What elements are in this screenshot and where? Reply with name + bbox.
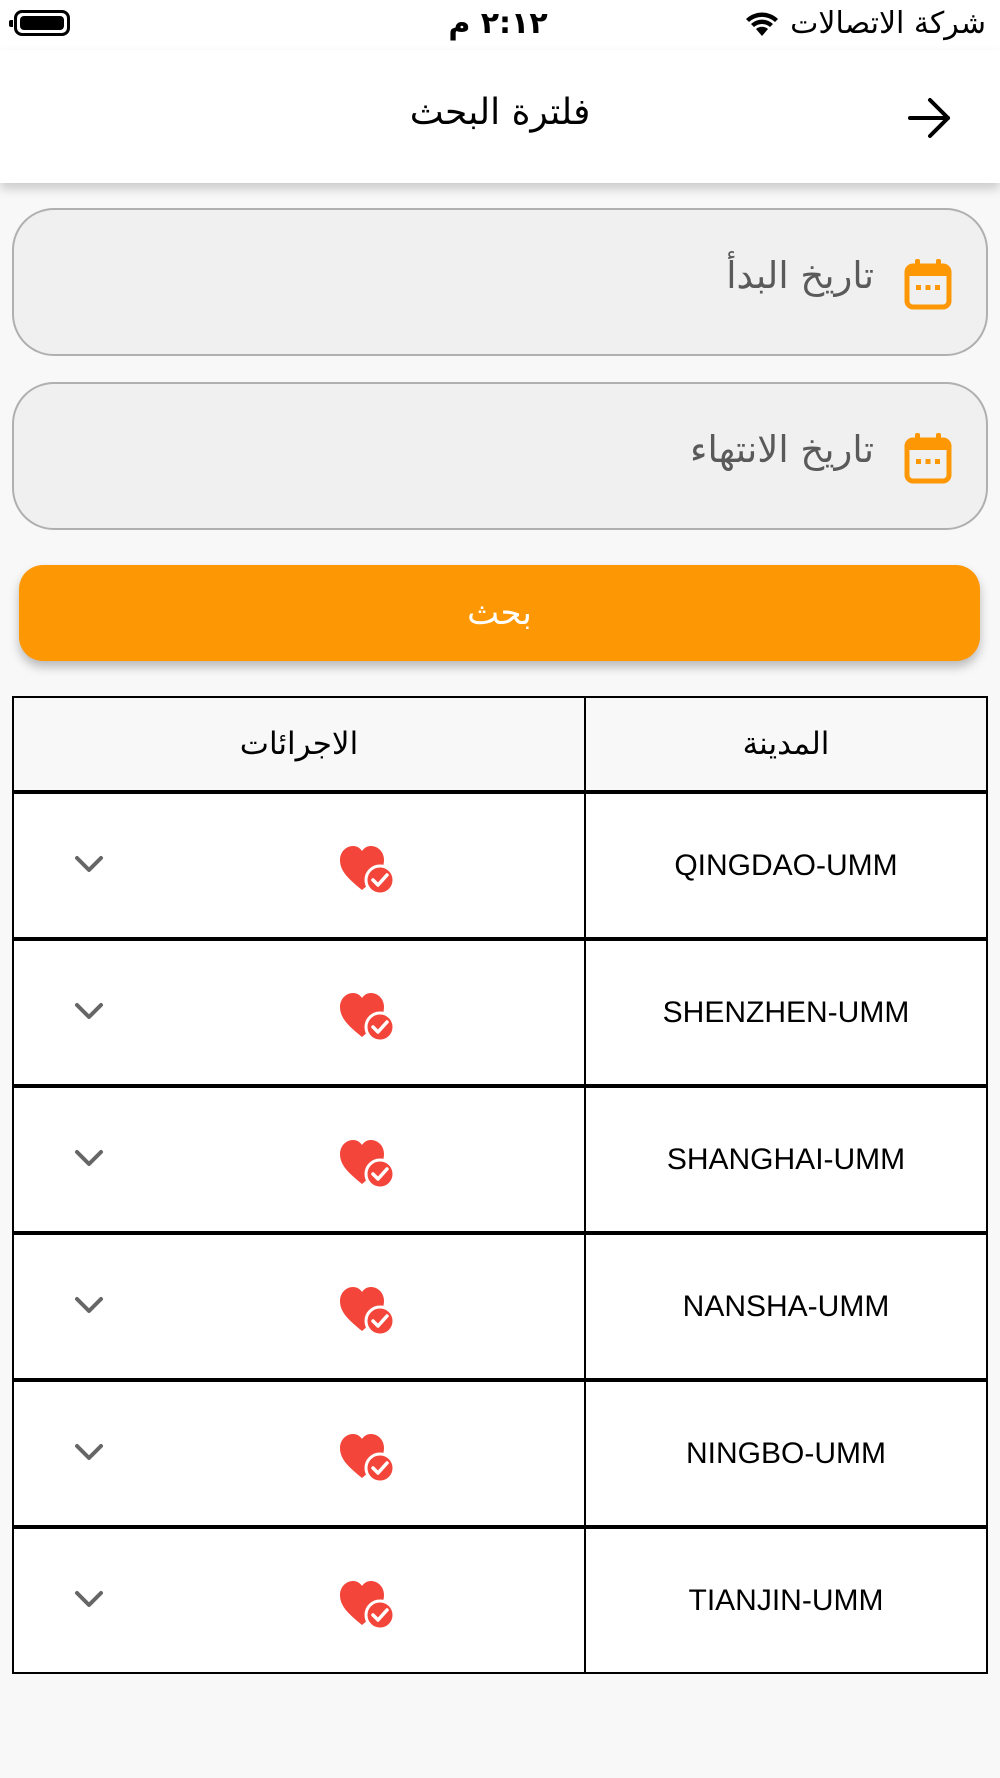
chevron-down-icon[interactable] (72, 852, 106, 876)
calendar-icon (904, 259, 952, 310)
city-name: QINGDAO-UMM (674, 848, 898, 882)
table-row: SHANGHAI-UMM (12, 1084, 988, 1234)
calendar-icon (904, 433, 952, 484)
table-row: NINGBO-UMM (12, 1378, 988, 1528)
actions-cell (12, 1231, 586, 1381)
heart-check-icon[interactable] (338, 1579, 400, 1631)
chevron-down-icon[interactable] (72, 1587, 106, 1611)
actions-header: الاجرائات (12, 696, 586, 793)
city-cell: NINGBO-UMM (584, 1378, 988, 1528)
city-header: المدينة (584, 696, 988, 793)
heart-check-icon[interactable] (338, 1138, 400, 1190)
heart-check-icon[interactable] (338, 991, 400, 1043)
start-date-field[interactable]: تاريخ البدأ (12, 208, 988, 356)
wifi-icon (746, 12, 779, 36)
city-cell: TIANJIN-UMM (584, 1525, 988, 1674)
chevron-down-icon[interactable] (72, 999, 106, 1023)
table-row: SHENZHEN-UMM (12, 937, 988, 1087)
city-cell: NANSHA-UMM (584, 1231, 988, 1381)
city-name: SHENZHEN-UMM (662, 995, 910, 1029)
actions-cell (12, 937, 586, 1087)
heart-check-icon[interactable] (338, 1285, 400, 1337)
table-row: QINGDAO-UMM (12, 790, 988, 940)
heart-check-icon[interactable] (338, 1432, 400, 1484)
chevron-down-icon[interactable] (72, 1293, 106, 1317)
city-cell: SHENZHEN-UMM (584, 937, 988, 1087)
search-button[interactable]: بحث (19, 565, 980, 661)
carrier-info: شركة الاتصالات (744, 6, 986, 41)
actions-cell (12, 790, 586, 940)
actions-cell (12, 1084, 586, 1234)
status-bar: ٢:١٢ م شركة الاتصالات (0, 0, 1000, 50)
start-date-placeholder: تاريخ البدأ (726, 254, 874, 297)
city-name: TIANJIN-UMM (688, 1583, 884, 1617)
app-header: فلترة البحث (0, 50, 1000, 183)
heart-check-icon[interactable] (338, 844, 400, 896)
actions-cell (12, 1525, 586, 1674)
table-row: NANSHA-UMM (12, 1231, 988, 1381)
chevron-down-icon[interactable] (72, 1146, 106, 1170)
city-cell: SHANGHAI-UMM (584, 1084, 988, 1234)
carrier-name: شركة الاتصالات (790, 6, 986, 41)
table-row: TIANJIN-UMM (12, 1525, 988, 1674)
city-name: NANSHA-UMM (682, 1289, 890, 1323)
end-date-placeholder: تاريخ الانتهاء (690, 428, 874, 471)
results-table: الاجرائات المدينة QINGDAO-UMM SHENZHEN-U… (12, 696, 988, 1674)
chevron-down-icon[interactable] (72, 1440, 106, 1464)
page-title: فلترة البحث (409, 92, 591, 133)
city-name: SHANGHAI-UMM (666, 1142, 906, 1176)
end-date-field[interactable]: تاريخ الانتهاء (12, 382, 988, 530)
table-header-row: الاجرائات المدينة (12, 696, 988, 793)
arrow-right-icon[interactable] (898, 88, 958, 148)
city-name: NINGBO-UMM (686, 1436, 886, 1470)
actions-cell (12, 1378, 586, 1528)
city-cell: QINGDAO-UMM (584, 790, 988, 940)
